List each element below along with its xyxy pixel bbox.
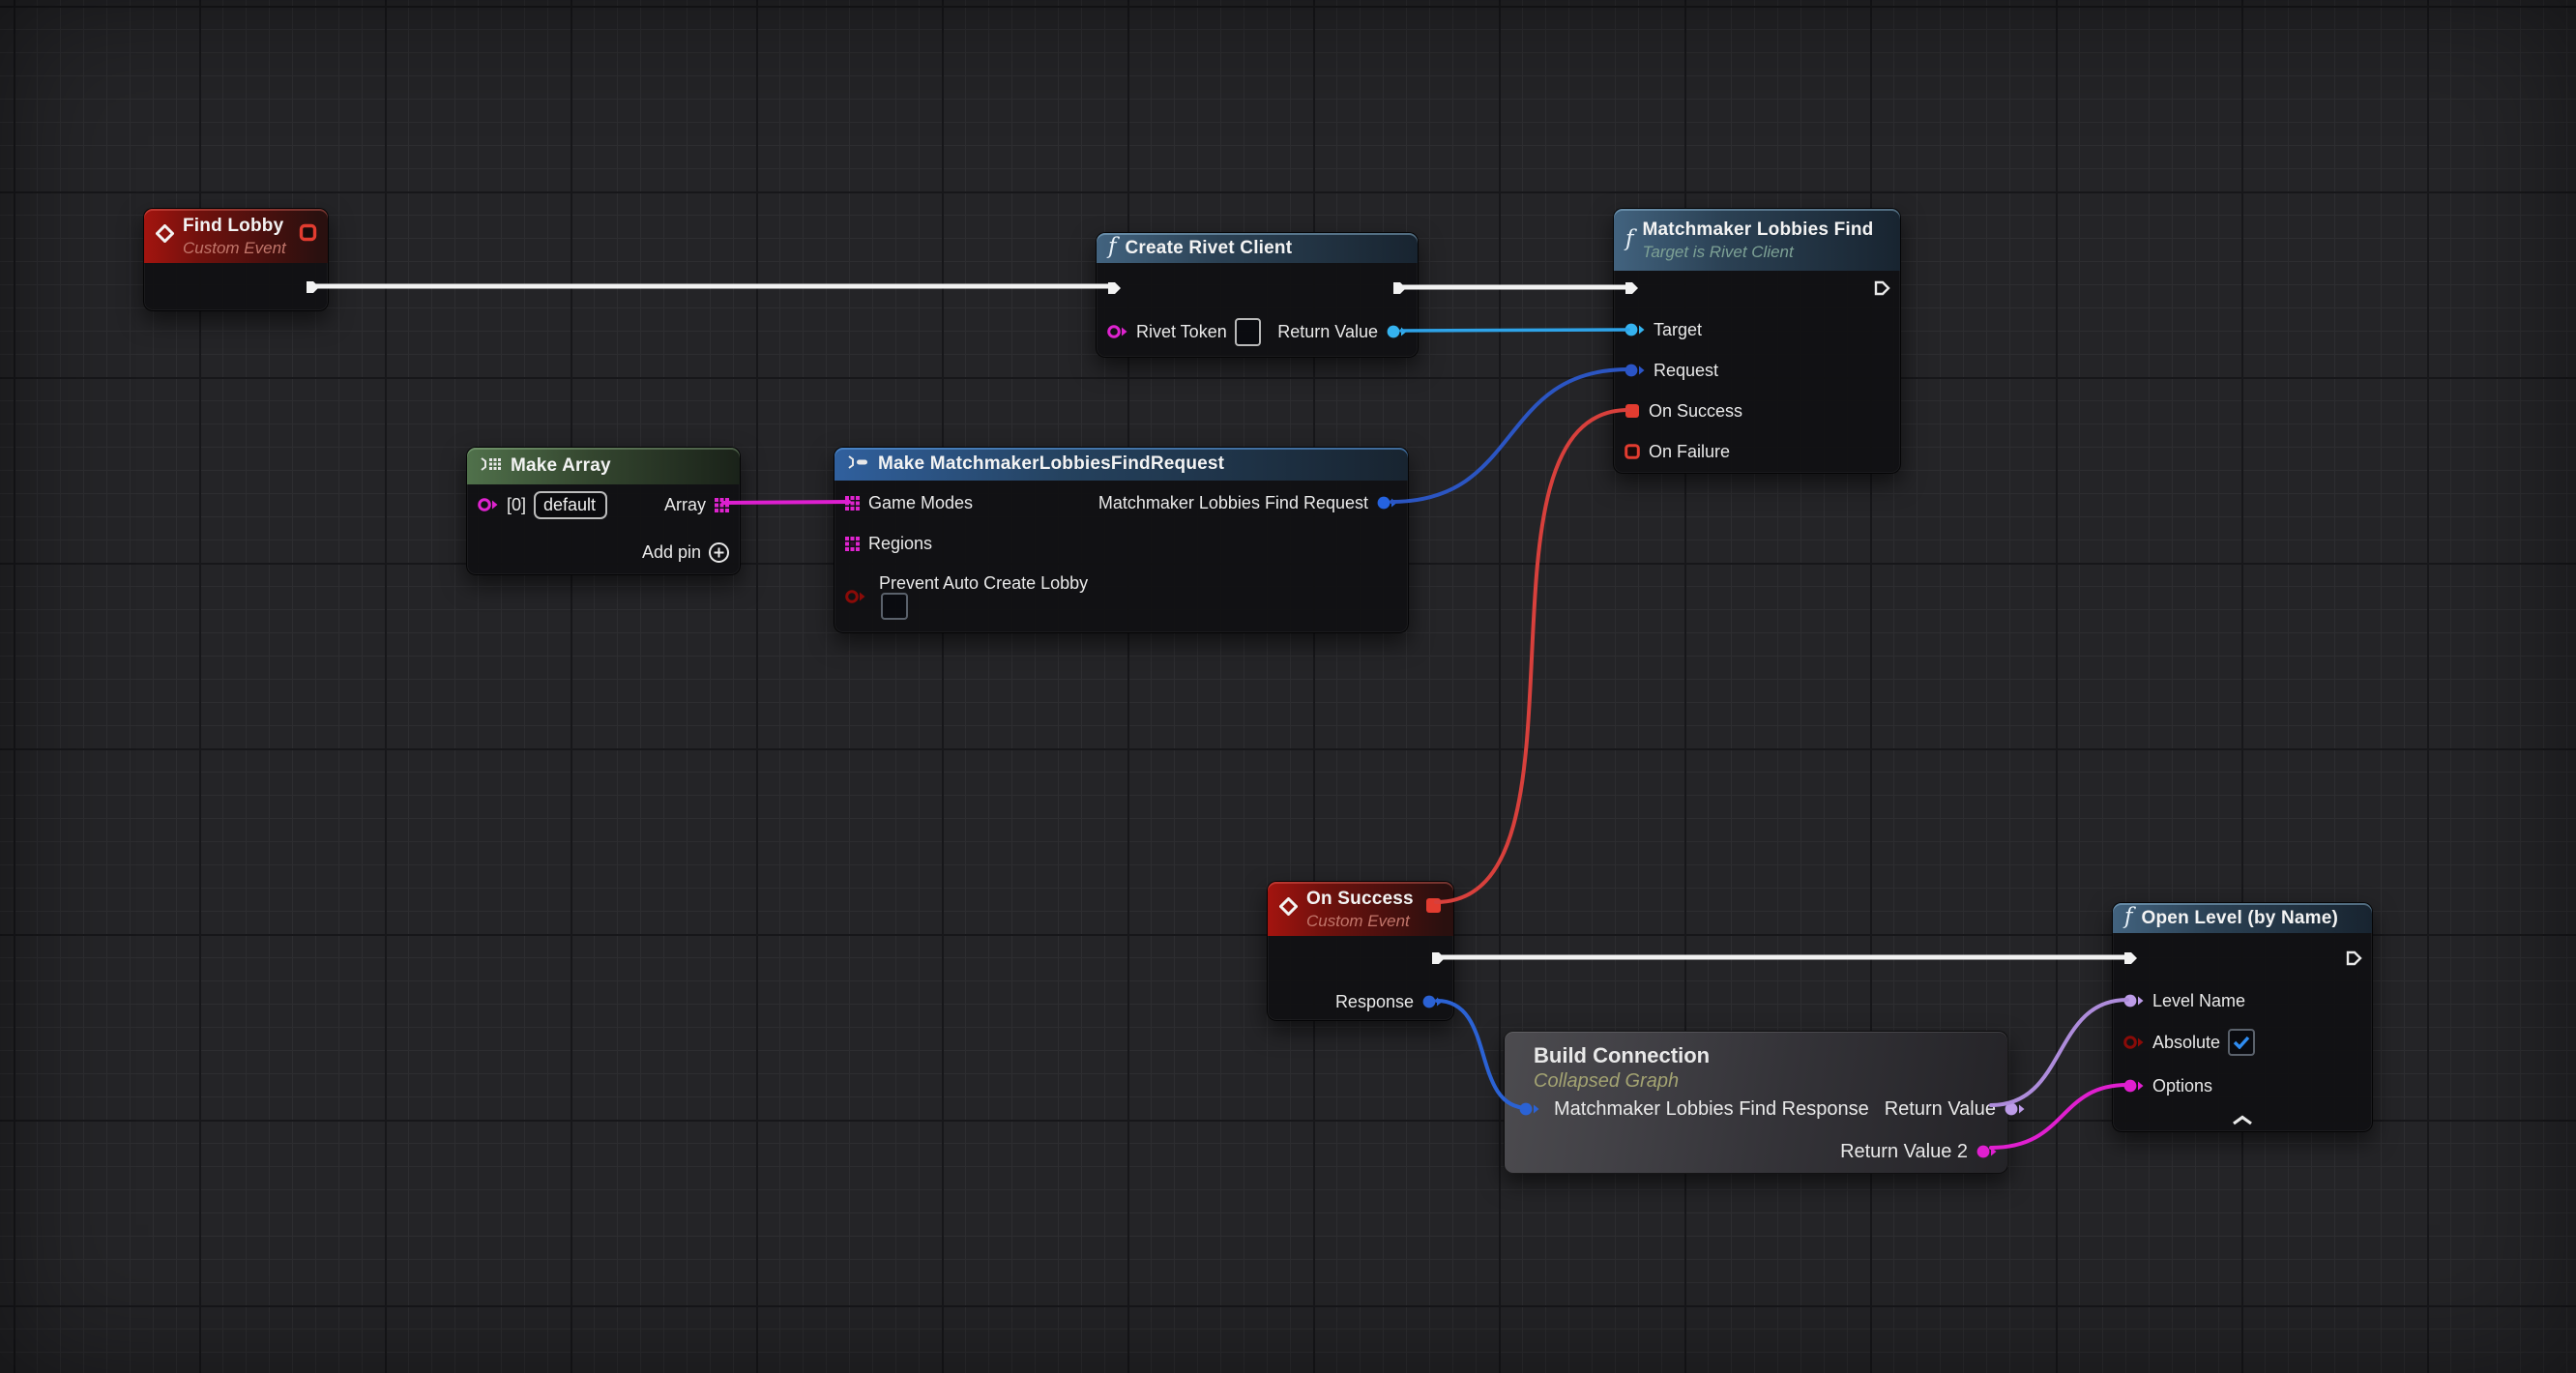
exec-in-pin[interactable] (2122, 950, 2139, 966)
pin-label: Absolute (2152, 1033, 2220, 1053)
wire-data-request-to-matchmaker[interactable] (1391, 369, 1628, 502)
node-title: Build Connection (1534, 1043, 2007, 1068)
target-pin[interactable] (1624, 322, 1646, 337)
pin-label: On Failure (1649, 442, 1730, 462)
rivet-token-pin[interactable] (1106, 324, 1128, 339)
prevent-auto-create-lobby-checkbox[interactable] (881, 593, 908, 620)
rivet-token-input[interactable] (1235, 318, 1261, 346)
node-title: Make Array (511, 454, 611, 478)
pin-label: Request (1654, 361, 1718, 381)
node-make-array[interactable]: Make Array [0] default Array Add pin (466, 447, 741, 575)
wire-data-array-to-game-modes[interactable] (723, 502, 849, 503)
node-header[interactable]: f Create Rivet Client (1097, 233, 1418, 263)
node-open-level-by-name[interactable]: f Open Level (by Name) Level Name (2112, 902, 2373, 1132)
options-pin[interactable] (2122, 1078, 2145, 1094)
function-icon: f (1108, 236, 1117, 258)
game-modes-pin[interactable] (844, 495, 861, 511)
pin-label: Matchmaker Lobbies Find Response (1554, 1098, 1869, 1121)
node-find-lobby[interactable]: Find Lobby Custom Event (143, 208, 329, 311)
exec-out-pin[interactable] (2346, 950, 2362, 966)
on-success-delegate-pin[interactable] (1624, 402, 1641, 420)
exec-out-pin[interactable] (1874, 280, 1890, 296)
level-name-pin[interactable] (2122, 993, 2145, 1008)
function-icon: f (2124, 906, 2133, 928)
return-value-pin[interactable] (2004, 1101, 2026, 1117)
array-out-pin[interactable] (714, 497, 730, 513)
pin-label: Response (1335, 992, 1414, 1012)
add-pin-button[interactable]: Add pin (642, 541, 730, 564)
pin-label: Return Value (1277, 322, 1378, 342)
function-icon: f (1625, 228, 1634, 250)
node-title: On Success (1306, 888, 1414, 911)
node-subtitle: Target is Rivet Client (1643, 243, 1874, 262)
add-pin-plus-icon (708, 541, 730, 564)
exec-out-pin[interactable] (1430, 950, 1447, 966)
node-title: Make MatchmakerLobbiesFindRequest (878, 453, 1224, 476)
blueprint-graph-canvas[interactable]: Find Lobby Custom Event f Create Rivet C… (0, 0, 2576, 1373)
elem-0-value-input[interactable]: default (534, 491, 607, 519)
pin-label: Target (1654, 320, 1702, 340)
checkmark-icon (2233, 1036, 2250, 1049)
pin-label: Regions (868, 534, 932, 554)
wire-data-return-value-to-level-name[interactable] (1991, 1000, 2127, 1105)
node-title: Open Level (by Name) (2142, 907, 2339, 930)
pin-label: Array (664, 495, 706, 515)
node-title: Create Rivet Client (1126, 237, 1293, 260)
request-pin[interactable] (1624, 363, 1646, 378)
pin-label: Matchmaker Lobbies Find Request (1098, 493, 1368, 513)
node-matchmaker-lobbies-find[interactable]: f Matchmaker Lobbies Find Target is Rive… (1613, 208, 1901, 474)
prevent-auto-create-lobby-pin[interactable] (844, 589, 866, 604)
node-header[interactable]: f Open Level (by Name) (2113, 903, 2372, 933)
vignette-overlay (0, 0, 2576, 1373)
node-header[interactable]: Make MatchmakerLobbiesFindRequest (834, 448, 1408, 481)
make-array-icon (479, 456, 502, 477)
request-out-pin[interactable] (1376, 495, 1398, 511)
node-header[interactable]: Make Array (467, 448, 740, 484)
node-subtitle: Collapsed Graph (1534, 1070, 2007, 1093)
node-header[interactable]: On Success Custom Event (1268, 882, 1453, 936)
wire-delegate-matchmaker-on-success[interactable] (1436, 410, 1628, 902)
return-value-2-pin[interactable] (1976, 1144, 1998, 1159)
node-make-matchmakerlobbiesfindrequest[interactable]: Make MatchmakerLobbiesFindRequest Game M… (834, 447, 1409, 633)
chevron-up-icon[interactable] (2231, 1115, 2254, 1125)
on-failure-delegate-pin[interactable] (1624, 443, 1641, 460)
absolute-pin[interactable] (2122, 1035, 2145, 1050)
pin-label: Prevent Auto Create Lobby (879, 573, 1088, 594)
pin-label: [0] (507, 495, 526, 515)
node-title: Find Lobby (183, 215, 286, 238)
node-subtitle: Custom Event (1306, 912, 1414, 931)
wire-layer (0, 0, 2576, 1373)
delegate-pin[interactable] (1424, 896, 1443, 915)
matchmaker-lobbies-find-response-pin[interactable] (1518, 1101, 1540, 1117)
custom-event-icon (156, 224, 174, 248)
node-header[interactable]: f Matchmaker Lobbies Find Target is Rive… (1614, 209, 1900, 271)
custom-event-icon (1279, 897, 1298, 920)
pin-label: Return Value 2 (1840, 1141, 1968, 1163)
wire-data-return-value-to-target[interactable] (1401, 330, 1628, 331)
node-build-connection[interactable]: Build Connection Collapsed Graph Matchma… (1504, 1031, 2008, 1174)
node-create-rivet-client[interactable]: f Create Rivet Client Rivet Token Return… (1096, 232, 1419, 358)
pin-label: Game Modes (868, 493, 973, 513)
pin-label: Options (2152, 1076, 2212, 1096)
node-on-success[interactable]: On Success Custom Event Response (1267, 881, 1454, 1021)
node-subtitle: Custom Event (183, 239, 286, 258)
make-struct-icon (846, 454, 869, 475)
node-header[interactable]: Find Lobby Custom Event (144, 209, 328, 263)
pin-label: On Success (1649, 401, 1742, 422)
exec-in-pin[interactable] (1106, 280, 1123, 296)
absolute-checkbox[interactable] (2228, 1029, 2255, 1056)
pin-label: Return Value (1885, 1098, 1996, 1121)
elem-0-pin[interactable] (477, 497, 499, 512)
exec-out-pin[interactable] (305, 279, 321, 295)
regions-pin[interactable] (844, 536, 861, 552)
return-value-pin[interactable] (1386, 324, 1408, 339)
response-pin[interactable] (1421, 994, 1444, 1009)
delegate-pin[interactable] (299, 223, 317, 242)
add-pin-label: Add pin (642, 542, 701, 563)
node-title: Matchmaker Lobbies Find (1643, 219, 1874, 242)
pin-label: Level Name (2152, 991, 2245, 1011)
exec-in-pin[interactable] (1624, 280, 1640, 296)
pin-label: Rivet Token (1136, 322, 1227, 342)
exec-out-pin[interactable] (1391, 280, 1408, 296)
